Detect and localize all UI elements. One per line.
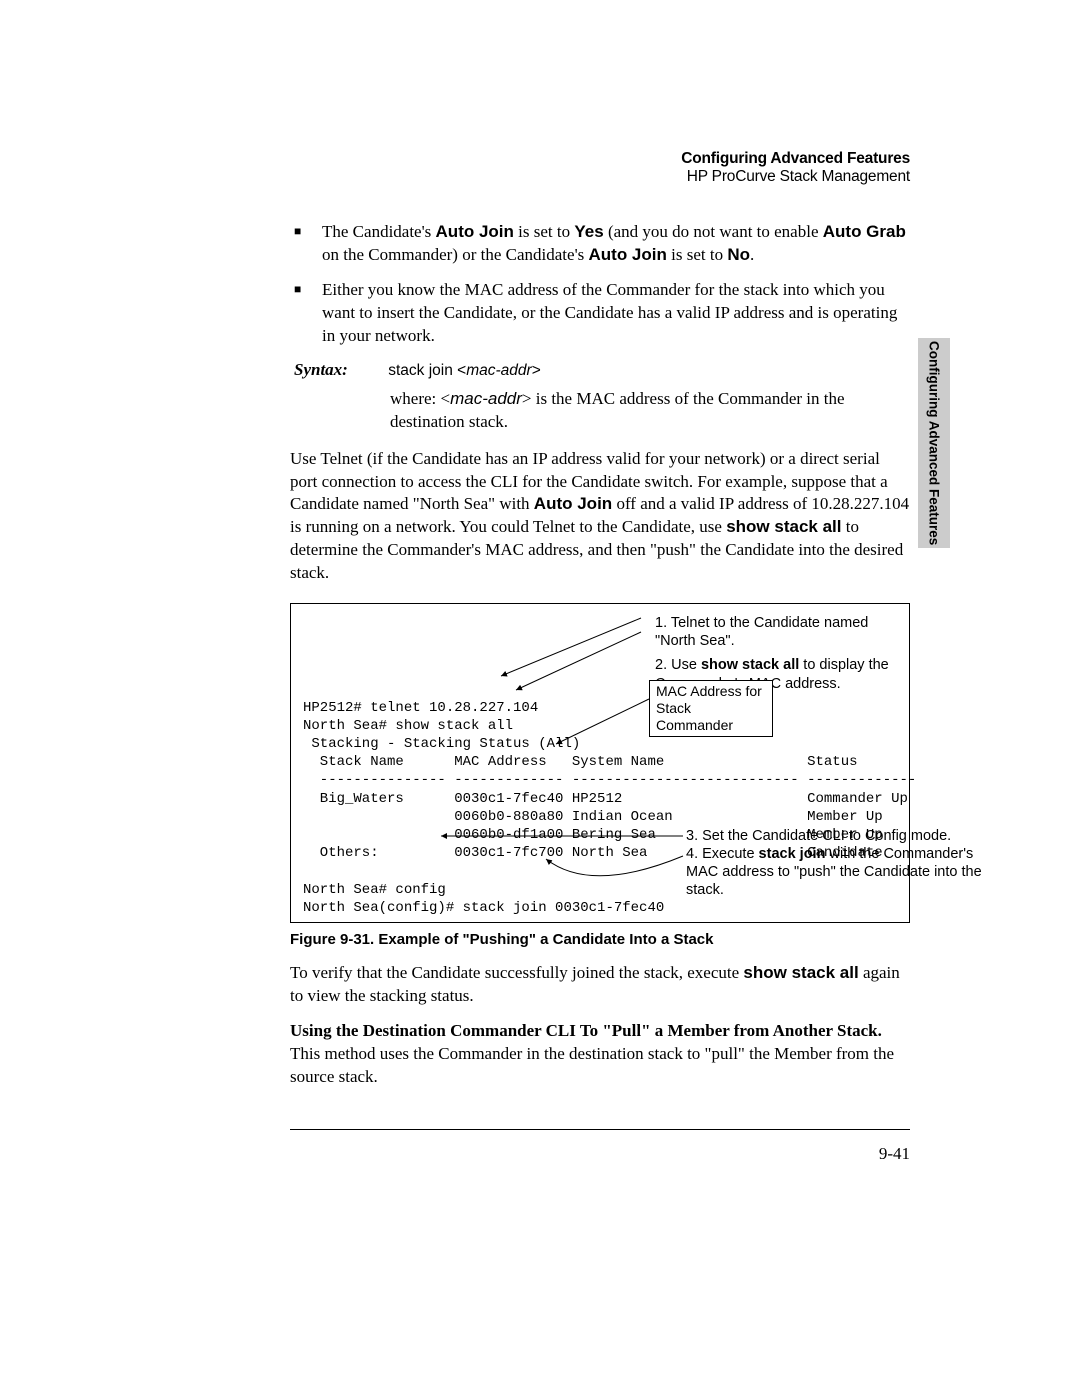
side-tab-label: Configuring Advanced Features [927,341,942,545]
header-subtitle: HP ProCurve Stack Management [290,168,910,186]
figure-note-4: 4. Execute stack join with the Commander… [686,845,986,899]
bullet-list: The Candidate's Auto Join is set to Yes … [290,221,910,348]
figure-callout-mac: MAC Address for Stack Commander [649,680,773,736]
running-header: Configuring Advanced Features HP ProCurv… [290,150,910,186]
page-number: 9-41 [290,1144,910,1164]
bullet-1: The Candidate's Auto Join is set to Yes … [290,221,910,267]
syntax-command: stack join <mac-addr> [388,362,541,379]
figure-caption: Figure 9-31. Example of "Pushing" a Cand… [290,931,910,948]
syntax-where: where: <mac-addr> is the MAC address of … [390,388,910,434]
side-tab: Configuring Advanced Features [918,338,950,548]
paragraph-telnet: Use Telnet (if the Candidate has an IP a… [290,448,910,586]
syntax-label: Syntax: [294,360,384,380]
figure-note-3: 3. Set the Candidate CLI to Config mode. [686,827,986,845]
paragraph-pull: Using the Destination Commander CLI To "… [290,1020,910,1089]
bullet-2: Either you know the MAC address of the C… [290,279,910,348]
figure-box: 1. Telnet to the Candidate named "North … [290,603,910,923]
header-title: Configuring Advanced Features [290,150,910,168]
syntax-row: Syntax: stack join <mac-addr> [290,360,910,380]
figure-note-1: 1. Telnet to the Candidate named "North … [655,614,897,650]
page: Configuring Advanced Features HP ProCurv… [0,0,1080,1164]
paragraph-verify: To verify that the Candidate successfull… [290,962,910,1008]
footer-rule [290,1129,910,1130]
